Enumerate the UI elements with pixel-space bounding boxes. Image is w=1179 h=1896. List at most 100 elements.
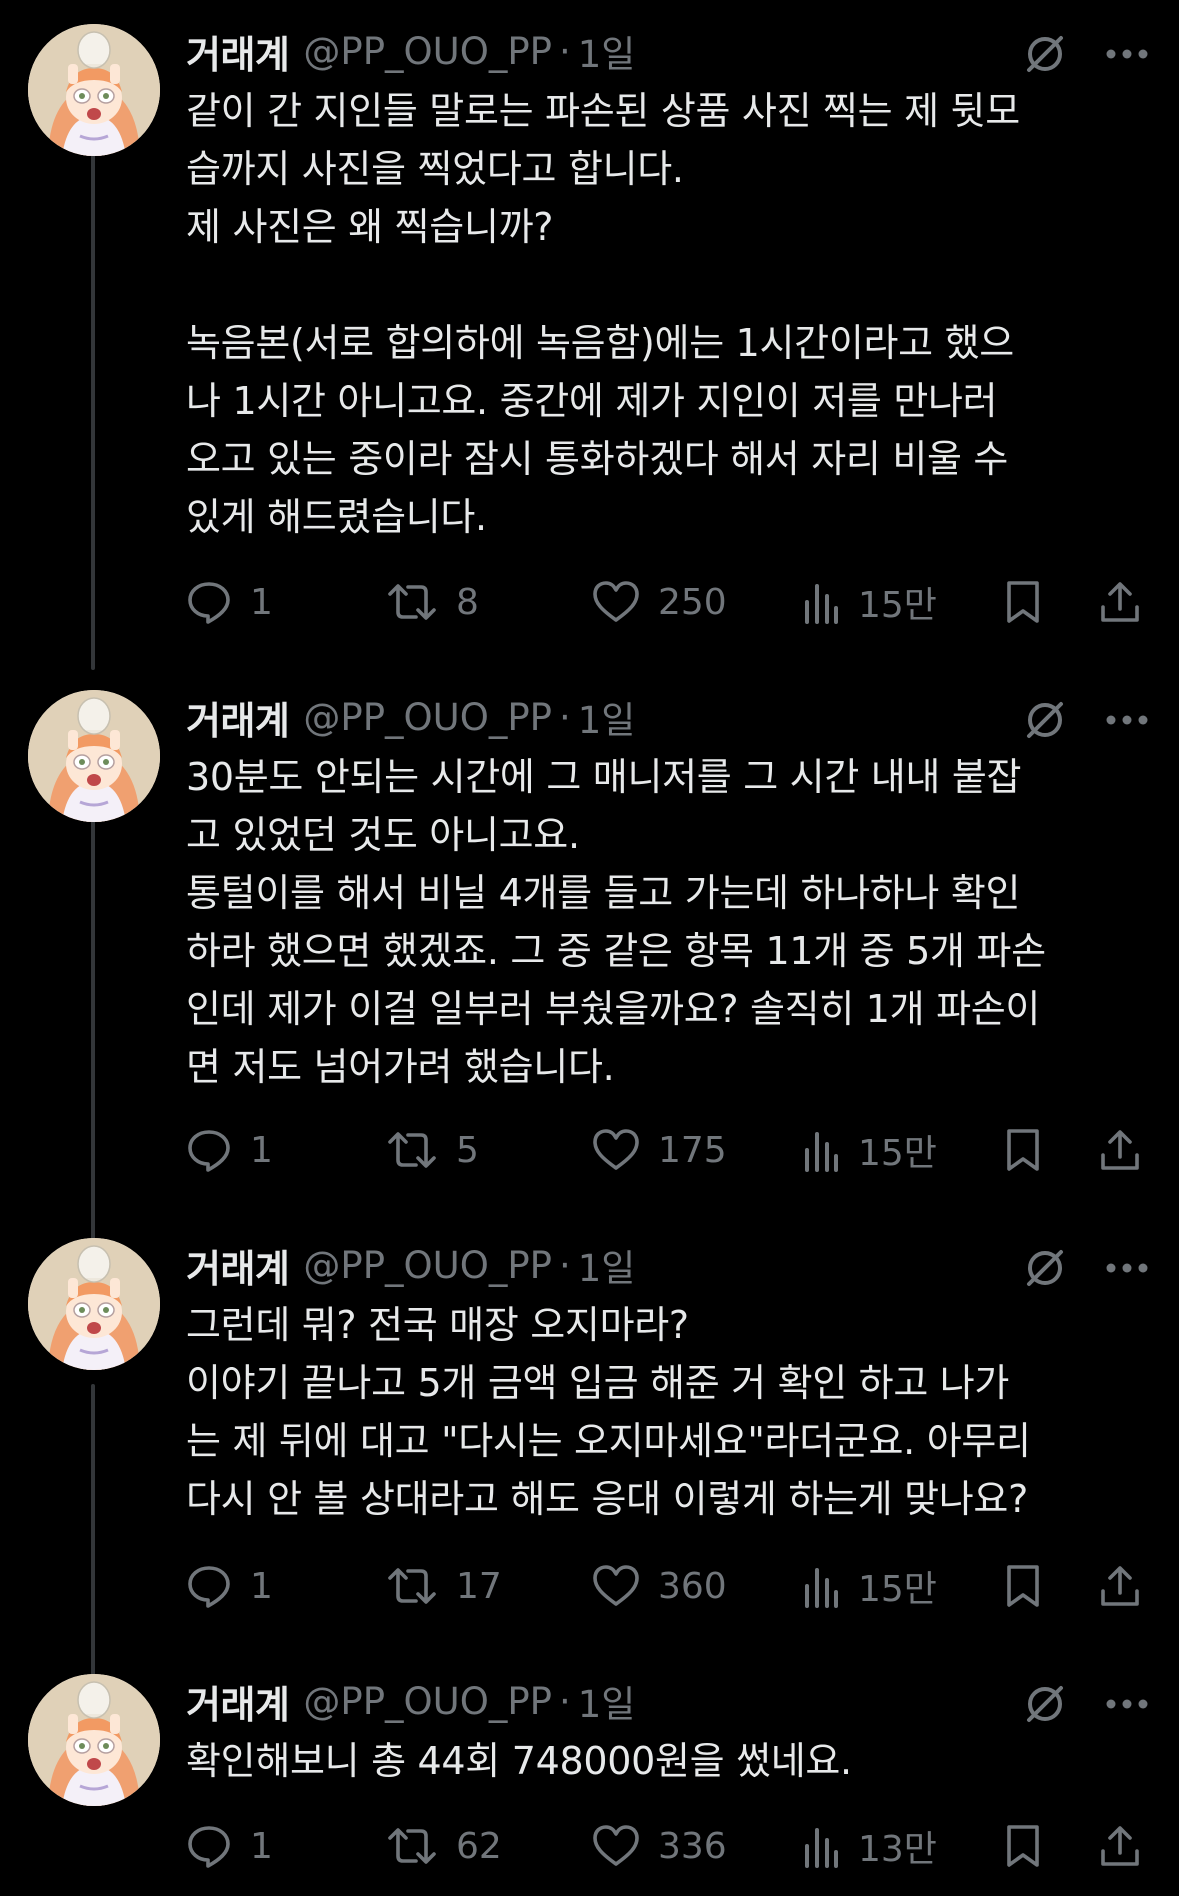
like-count: 360 bbox=[658, 1565, 727, 1607]
reply-button[interactable]: 1 bbox=[186, 1816, 273, 1876]
reply-icon bbox=[186, 1563, 232, 1609]
retweet-count: 8 bbox=[456, 581, 479, 623]
grok-icon[interactable] bbox=[1023, 1682, 1067, 1726]
retweet-icon bbox=[386, 580, 438, 624]
grok-icon[interactable] bbox=[1023, 1246, 1067, 1290]
views-button[interactable]: 15만 bbox=[802, 1120, 937, 1180]
views-icon bbox=[802, 580, 840, 624]
share-icon bbox=[1098, 579, 1142, 625]
tweet-header: 거래계 @PP_OUO_PP · 1일 bbox=[186, 690, 636, 745]
avatar[interactable] bbox=[28, 24, 160, 156]
bookmark-icon bbox=[1004, 579, 1042, 625]
action-bar: 1 62 336 13만 bbox=[186, 1816, 1146, 1876]
retweet-button[interactable]: 8 bbox=[386, 572, 479, 632]
retweet-count: 17 bbox=[456, 1565, 502, 1607]
tweet-text: 30분도 안되는 시간에 그 매니저를 그 시간 내내 붙잡 고 있었던 것도 … bbox=[186, 755, 1046, 1089]
timestamp[interactable]: 1일 bbox=[578, 24, 636, 78]
reply-count: 1 bbox=[250, 1129, 273, 1171]
share-button[interactable] bbox=[1098, 1556, 1142, 1616]
display-name[interactable]: 거래계 bbox=[186, 1674, 290, 1729]
share-button[interactable] bbox=[1098, 572, 1142, 632]
display-name[interactable]: 거래계 bbox=[186, 690, 290, 745]
views-icon bbox=[802, 1824, 840, 1868]
tweet-top-icons bbox=[985, 1246, 1149, 1290]
retweet-icon bbox=[386, 1564, 438, 1608]
share-icon bbox=[1098, 1823, 1142, 1869]
views-count: 13만 bbox=[858, 1829, 937, 1870]
tweet-header: 거래계 @PP_OUO_PP · 1일 bbox=[186, 24, 636, 79]
views-count: 15만 bbox=[858, 1133, 937, 1174]
separator: · bbox=[558, 695, 571, 739]
more-icon[interactable] bbox=[1105, 1698, 1149, 1710]
user-handle[interactable]: @PP_OUO_PP bbox=[303, 30, 552, 73]
more-icon[interactable] bbox=[1105, 1262, 1149, 1274]
reply-icon bbox=[186, 1823, 232, 1869]
reply-count: 1 bbox=[250, 1825, 273, 1867]
like-button[interactable]: 360 bbox=[592, 1556, 727, 1616]
grok-icon[interactable] bbox=[1023, 32, 1067, 76]
views-button[interactable]: 15만 bbox=[802, 1556, 937, 1616]
bookmark-button[interactable] bbox=[1004, 572, 1042, 632]
reply-button[interactable]: 1 bbox=[186, 572, 273, 632]
display-name[interactable]: 거래계 bbox=[186, 24, 290, 79]
share-button[interactable] bbox=[1098, 1120, 1142, 1180]
views-button[interactable]: 13만 bbox=[802, 1816, 937, 1876]
timestamp[interactable]: 1일 bbox=[578, 690, 636, 744]
timestamp[interactable]: 1일 bbox=[578, 1238, 636, 1292]
like-button[interactable]: 336 bbox=[592, 1816, 727, 1876]
share-icon bbox=[1098, 1127, 1142, 1173]
avatar-illustration bbox=[28, 24, 160, 156]
timestamp[interactable]: 1일 bbox=[578, 1674, 636, 1728]
like-button[interactable]: 175 bbox=[592, 1120, 727, 1180]
retweet-button[interactable]: 62 bbox=[386, 1816, 502, 1876]
bookmark-button[interactable] bbox=[1004, 1556, 1042, 1616]
thread-line bbox=[91, 142, 95, 670]
reply-count: 1 bbox=[250, 581, 273, 623]
share-button[interactable] bbox=[1098, 1816, 1142, 1876]
tweet-text: 확인해보니 총 44회 748000원을 썼네요. bbox=[186, 1739, 852, 1783]
user-handle[interactable]: @PP_OUO_PP bbox=[303, 1244, 552, 1287]
views-count: 15만 bbox=[858, 1569, 937, 1610]
user-handle[interactable]: @PP_OUO_PP bbox=[303, 696, 552, 739]
like-count: 250 bbox=[658, 581, 727, 623]
display-name[interactable]: 거래계 bbox=[186, 1238, 290, 1293]
views-button[interactable]: 15만 bbox=[802, 572, 937, 632]
retweet-button[interactable]: 5 bbox=[386, 1120, 479, 1180]
bookmark-icon bbox=[1004, 1563, 1042, 1609]
views-icon bbox=[802, 1564, 840, 1608]
tweet-top-icons bbox=[985, 698, 1149, 742]
tweet-top-icons bbox=[985, 1682, 1149, 1726]
thread: 거래계 @PP_OUO_PP · 1일 같이 간 지인들 말로는 파손된 상품 … bbox=[0, 0, 1179, 1896]
thread-line bbox=[91, 1384, 95, 1696]
avatar-illustration bbox=[28, 690, 160, 822]
reply-icon bbox=[186, 1127, 232, 1173]
retweet-button[interactable]: 17 bbox=[386, 1556, 502, 1616]
like-button[interactable]: 250 bbox=[592, 572, 727, 632]
views-icon bbox=[802, 1128, 840, 1172]
tweet-top-icons bbox=[985, 32, 1149, 76]
bookmark-button[interactable] bbox=[1004, 1816, 1042, 1876]
tweet-text: 그런데 뭐? 전국 매장 오지마라? 이야기 끝나고 5개 금액 입금 해준 거… bbox=[186, 1303, 1031, 1521]
action-bar: 1 17 360 15만 bbox=[186, 1556, 1146, 1616]
separator: · bbox=[558, 29, 571, 73]
avatar[interactable] bbox=[28, 1674, 160, 1806]
bookmark-icon bbox=[1004, 1823, 1042, 1869]
grok-icon[interactable] bbox=[1023, 698, 1067, 742]
tweet-header: 거래계 @PP_OUO_PP · 1일 bbox=[186, 1674, 636, 1729]
heart-icon bbox=[592, 1824, 640, 1868]
action-bar: 1 8 250 15만 bbox=[186, 572, 1146, 632]
reply-button[interactable]: 1 bbox=[186, 1120, 273, 1180]
avatar[interactable] bbox=[28, 1238, 160, 1370]
avatar[interactable] bbox=[28, 690, 160, 822]
heart-icon bbox=[592, 1128, 640, 1172]
more-icon[interactable] bbox=[1105, 48, 1149, 60]
bookmark-button[interactable] bbox=[1004, 1120, 1042, 1180]
like-count: 336 bbox=[658, 1825, 727, 1867]
heart-icon bbox=[592, 580, 640, 624]
separator: · bbox=[558, 1679, 571, 1723]
like-count: 175 bbox=[658, 1129, 727, 1171]
reply-button[interactable]: 1 bbox=[186, 1556, 273, 1616]
more-icon[interactable] bbox=[1105, 714, 1149, 726]
user-handle[interactable]: @PP_OUO_PP bbox=[303, 1680, 552, 1723]
share-icon bbox=[1098, 1563, 1142, 1609]
